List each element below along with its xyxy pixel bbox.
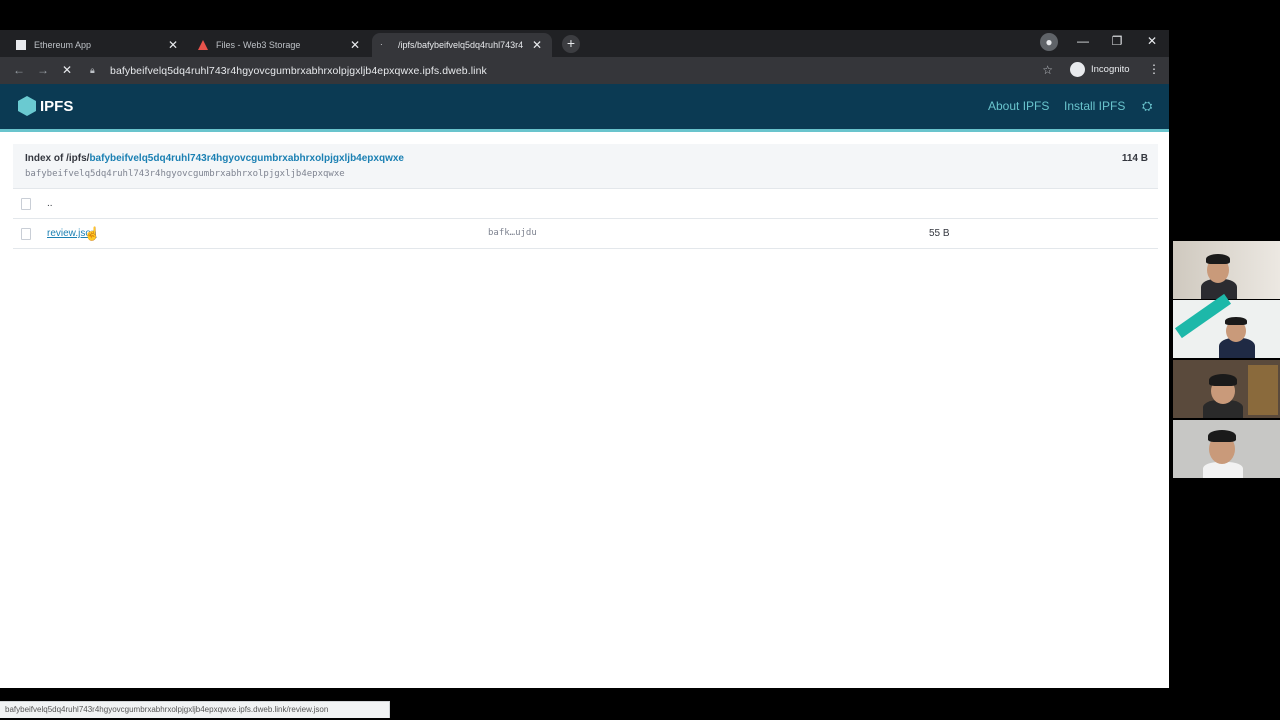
person-hair <box>1225 317 1247 325</box>
file-row[interactable]: review.json bafk…ujdu 55 B <box>13 219 1158 249</box>
incognito-indicator[interactable]: Incognito <box>1070 62 1130 77</box>
file-icon <box>21 198 31 210</box>
close-window-icon[interactable]: ✕ <box>1143 34 1161 48</box>
person-hair <box>1208 430 1236 442</box>
video-participant-1[interactable] <box>1173 241 1280 299</box>
install-ipfs-link[interactable]: Install IPFS <box>1064 99 1125 113</box>
menu-icon[interactable]: ⋮ <box>1148 62 1160 76</box>
stop-icon[interactable]: ✕ <box>59 62 75 78</box>
forward-icon[interactable]: → <box>35 62 51 78</box>
file-size: 55 B <box>929 228 950 239</box>
parent-row[interactable]: .. <box>13 189 1158 219</box>
file-cid[interactable]: bafk…ujdu <box>488 228 537 238</box>
new-tab-button[interactable]: + <box>562 35 580 53</box>
index-title-prefix: Index of /ipfs/ <box>25 153 90 164</box>
incognito-label: Incognito <box>1091 64 1130 75</box>
tab-title: Ethereum App <box>34 40 92 50</box>
status-bar: bafybeifvelq5dq4ruhl743r4hgyovcgumbrxabh… <box>0 701 390 718</box>
person-body <box>1203 462 1243 478</box>
video-participant-4[interactable] <box>1173 420 1280 478</box>
page-icon <box>16 40 26 50</box>
web3-storage-icon <box>198 40 208 50</box>
ipfs-logo[interactable]: IPFS <box>18 96 73 116</box>
total-size: 114 B <box>1121 153 1148 164</box>
ipfs-header: IPFS About IPFS Install IPFS ⛭ <box>0 84 1169 132</box>
close-icon[interactable]: ✕ <box>348 38 362 52</box>
profile-icon[interactable]: ● <box>1040 33 1058 51</box>
tab-web3-storage[interactable]: Files - Web3 Storage ✕ <box>190 33 370 57</box>
close-icon[interactable]: ✕ <box>166 38 180 52</box>
index-header: Index of /ipfs/bafybeifvelq5dq4ruhl743r4… <box>13 144 1158 189</box>
video-participant-3[interactable] <box>1173 360 1280 418</box>
ipfs-cube-icon <box>18 96 36 116</box>
address-bar[interactable]: 🔒︎ bafybeifvelq5dq4ruhl743r4hgyovcgumbrx… <box>86 60 1063 81</box>
bookmark-star-icon[interactable]: ☆ <box>1042 63 1053 77</box>
parent-link[interactable]: .. <box>47 198 53 209</box>
video-background <box>1248 365 1278 415</box>
ipfs-companion-icon[interactable]: ⛭ <box>1142 98 1152 114</box>
logo-text: IPFS <box>40 97 74 115</box>
tab-ethereum-app[interactable]: Ethereum App ✕ <box>8 33 188 57</box>
incognito-icon <box>1070 62 1085 77</box>
index-hash-link[interactable]: bafybeifvelq5dq4ruhl743r4hgyovcgumbrxabh… <box>89 153 404 164</box>
person-hair <box>1206 254 1230 264</box>
directory-listing: Index of /ipfs/bafybeifvelq5dq4ruhl743r4… <box>13 144 1158 249</box>
tab-title: Files - Web3 Storage <box>216 40 301 50</box>
browser-toolbar: ← → ✕ 🔒︎ bafybeifvelq5dq4ruhl743r4hgyovc… <box>0 57 1169 84</box>
tab-ipfs[interactable]: · /ipfs/bafybeifvelq5dq4ruhl743r4 ✕ <box>372 33 552 57</box>
tab-bar: Ethereum App ✕ Files - Web3 Storage ✕ · … <box>0 30 1169 57</box>
minimize-icon[interactable]: — <box>1074 34 1092 48</box>
index-title: Index of /ipfs/bafybeifvelq5dq4ruhl743r4… <box>25 153 404 164</box>
loading-icon: · <box>380 40 383 49</box>
hand-cursor-icon: ☝ <box>84 226 101 241</box>
index-cid: bafybeifvelq5dq4ruhl743r4hgyovcgumbrxabh… <box>25 169 345 179</box>
lock-icon: 🔒︎ <box>90 65 95 75</box>
about-ipfs-link[interactable]: About IPFS <box>988 99 1049 113</box>
close-icon[interactable]: ✕ <box>530 38 544 52</box>
person-hair <box>1209 374 1237 386</box>
video-background <box>1174 293 1232 339</box>
url-text: bafybeifvelq5dq4ruhl743r4hgyovcgumbrxabh… <box>110 64 487 77</box>
back-icon[interactable]: ← <box>11 62 27 78</box>
video-participant-2[interactable] <box>1173 293 1280 358</box>
file-icon <box>21 228 31 240</box>
restore-icon[interactable]: ❐ <box>1108 34 1126 48</box>
tab-title: /ipfs/bafybeifvelq5dq4ruhl743r4 <box>398 40 524 50</box>
browser-window: Ethereum App ✕ Files - Web3 Storage ✕ · … <box>0 30 1169 718</box>
